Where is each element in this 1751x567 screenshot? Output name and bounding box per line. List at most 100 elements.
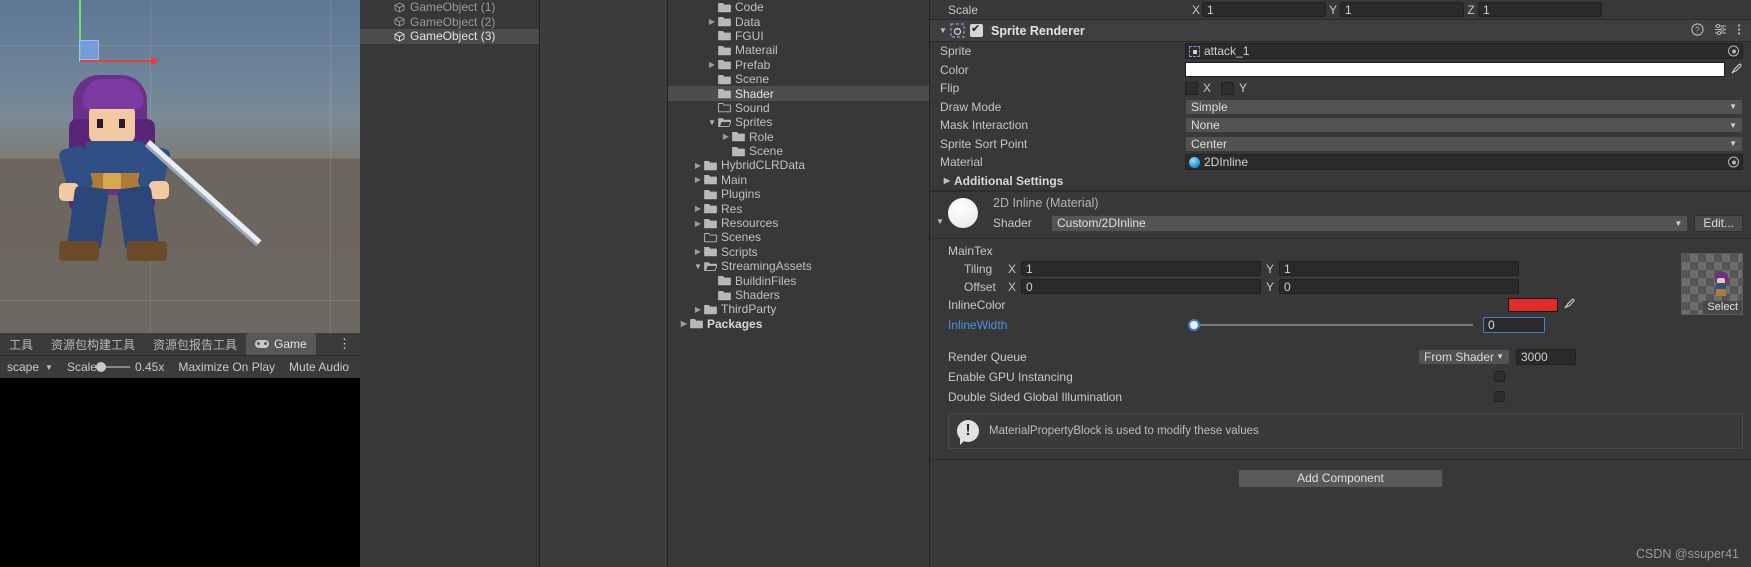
game-view-toolbar[interactable]: scape ▼ Scale 0.45x Maximize On Play Mut… bbox=[0, 355, 360, 378]
tab-bundle-report-tools[interactable]: 资源包报告工具 bbox=[144, 333, 246, 355]
chevron-right-icon[interactable]: ▶ bbox=[706, 17, 718, 26]
project-tree-item-streamingassets[interactable]: ▼ StreamingAssets bbox=[668, 259, 929, 273]
edit-shader-button[interactable]: Edit... bbox=[1694, 214, 1743, 232]
draw-mode-dropdown[interactable]: Simple ▼ bbox=[1185, 98, 1743, 115]
scale-slider[interactable]: Scale 0.45x bbox=[60, 356, 171, 379]
project-tree-item-main[interactable]: ▶ Main bbox=[668, 173, 929, 187]
mask-interaction-row[interactable]: Mask Interaction None ▼ bbox=[930, 116, 1751, 135]
transform-scale-row[interactable]: Scale X 1 Y 1 Z 1 bbox=[930, 0, 1751, 20]
project-tree-item-scene[interactable]: Scene bbox=[668, 72, 929, 86]
kebab-icon[interactable] bbox=[1737, 23, 1741, 39]
offset-y-field[interactable]: 0 bbox=[1279, 279, 1519, 294]
chevron-right-icon[interactable]: ▶ bbox=[692, 175, 704, 184]
gpu-instancing-row[interactable]: Enable GPU Instancing bbox=[930, 367, 1751, 387]
inline-width-slider-track[interactable] bbox=[1188, 318, 1473, 331]
project-tree-item-res[interactable]: ▶ Res bbox=[668, 201, 929, 216]
inline-color-row[interactable]: InlineColor bbox=[930, 296, 1751, 315]
hierarchy-item-gameobject-2[interactable]: GameObject (2) bbox=[360, 15, 539, 30]
sprite-sort-point-row[interactable]: Sprite Sort Point Center ▼ bbox=[930, 135, 1751, 154]
chevron-right-icon[interactable]: ▶ bbox=[692, 204, 704, 213]
object-picker-icon[interactable] bbox=[1728, 45, 1739, 57]
sprite-renderer-header[interactable]: ▼ Sprite Renderer ? bbox=[930, 20, 1751, 42]
tab-tools[interactable]: 工具 bbox=[0, 333, 42, 355]
flip-row[interactable]: Flip X Y bbox=[930, 79, 1751, 98]
offset-x-field[interactable]: 0 bbox=[1021, 279, 1261, 294]
preset-icon[interactable] bbox=[1714, 23, 1727, 39]
project-tree-item-materail[interactable]: Materail bbox=[668, 43, 929, 57]
sprite-renderer-enabled-checkbox[interactable] bbox=[970, 22, 983, 37]
color-row[interactable]: Color bbox=[930, 61, 1751, 80]
scale-slider-track[interactable] bbox=[95, 362, 130, 372]
project-tree-item-shaders[interactable]: Shaders bbox=[668, 288, 929, 302]
kebab-icon[interactable]: ⋮ bbox=[330, 337, 360, 350]
flip-x-checkbox[interactable] bbox=[1185, 81, 1198, 95]
hierarchy-item-gameobject-1[interactable]: GameObject (1) bbox=[360, 0, 539, 15]
draw-mode-row[interactable]: Draw Mode Simple ▼ bbox=[930, 98, 1751, 117]
tab-game[interactable]: Game bbox=[246, 333, 316, 355]
project-tree-item-hybridclrdata[interactable]: ▶ HybridCLRData bbox=[668, 158, 929, 172]
double-sided-gi-checkbox[interactable] bbox=[1494, 391, 1505, 402]
tiling-row[interactable]: Tiling X 1 Y 1 bbox=[930, 260, 1751, 278]
chevron-down-icon[interactable]: ▼ bbox=[706, 118, 718, 127]
shader-dropdown[interactable]: Custom/2DInline ▼ bbox=[1051, 214, 1689, 232]
maximize-on-play-button[interactable]: Maximize On Play bbox=[171, 356, 282, 379]
project-tree-item-role[interactable]: ▶ Role bbox=[668, 130, 929, 144]
project-tree-item-code[interactable]: Code bbox=[668, 0, 929, 14]
project-tree-item-data[interactable]: ▶ Data bbox=[668, 14, 929, 29]
inline-width-slider-knob[interactable] bbox=[1188, 318, 1200, 331]
eyedropper-icon[interactable] bbox=[1563, 297, 1577, 313]
scale-slider-knob[interactable] bbox=[95, 362, 106, 372]
tiling-x-field[interactable]: 1 bbox=[1021, 261, 1261, 276]
aspect-dropdown[interactable]: scape ▼ bbox=[0, 356, 60, 379]
project-tree-item-thirdparty[interactable]: ▶ ThirdParty bbox=[668, 302, 929, 316]
additional-settings-foldout[interactable]: ▶ Additional Settings bbox=[930, 172, 1751, 191]
project-tree-item-packages[interactable]: ▶ Packages bbox=[668, 317, 929, 331]
double-sided-gi-row[interactable]: Double Sided Global Illumination bbox=[930, 387, 1751, 407]
chevron-right-icon[interactable]: ▶ bbox=[720, 132, 732, 141]
tab-bundle-build-tools[interactable]: 资源包构建工具 bbox=[42, 333, 144, 355]
add-component-button[interactable]: Add Component bbox=[1238, 468, 1443, 488]
material-row[interactable]: Material 2DInline bbox=[930, 153, 1751, 172]
texture-select-button[interactable]: Select bbox=[1703, 300, 1742, 314]
flip-y-checkbox[interactable] bbox=[1221, 81, 1235, 95]
mask-interaction-dropdown[interactable]: None ▼ bbox=[1185, 117, 1743, 134]
project-tree-item-shader[interactable]: Shader bbox=[668, 86, 929, 101]
inspector-panel[interactable]: Scale X 1 Y 1 Z 1 ▼ Sprite Renderer ? bbox=[930, 0, 1751, 567]
chevron-right-icon[interactable]: ▶ bbox=[678, 319, 690, 328]
project-tree-item-sound[interactable]: Sound bbox=[668, 101, 929, 115]
inline-color-swatch[interactable] bbox=[1508, 298, 1558, 312]
material-editor-header[interactable]: 2D Inline (Material) ▼ Shader Custom/2DI… bbox=[930, 192, 1751, 238]
scale-y-field[interactable]: 1 bbox=[1340, 2, 1464, 17]
project-panel-tree[interactable]: Code ▶ Data FGUI Materail ▶ Prefab Scene Shader S… bbox=[668, 0, 930, 567]
tiling-y-field[interactable]: 1 bbox=[1279, 261, 1519, 276]
foldout-triangle-icon[interactable]: ▼ bbox=[936, 26, 950, 35]
material-inline-editor[interactable]: 2D Inline (Material) ▼ Shader Custom/2DI… bbox=[930, 190, 1751, 460]
scale-x-field[interactable]: 1 bbox=[1202, 2, 1326, 17]
gpu-instancing-checkbox[interactable] bbox=[1494, 371, 1505, 382]
project-tree-item-resources[interactable]: ▶ Resources bbox=[668, 216, 929, 230]
render-queue-value-field[interactable]: 3000 bbox=[1516, 348, 1576, 365]
project-tree-item-scenes[interactable]: Scenes bbox=[668, 230, 929, 244]
material-object-field[interactable]: 2DInline bbox=[1185, 154, 1743, 171]
chevron-right-icon[interactable]: ▶ bbox=[692, 219, 704, 228]
project-tree-item-buildinfiles[interactable]: BuildinFiles bbox=[668, 273, 929, 288]
sprite-object-field[interactable]: attack_1 bbox=[1185, 43, 1743, 60]
color-swatch[interactable] bbox=[1185, 62, 1725, 78]
hierarchy-item-gameobject-3[interactable]: GameObject (3) bbox=[360, 29, 539, 44]
chevron-right-icon[interactable]: ▶ bbox=[706, 60, 718, 69]
maintex-texture-preview[interactable]: Select bbox=[1681, 252, 1743, 315]
offset-row[interactable]: Offset X 0 Y 0 bbox=[930, 278, 1751, 296]
mute-audio-button[interactable]: Mute Audio bbox=[282, 356, 356, 379]
sprite-row[interactable]: Sprite attack_1 bbox=[930, 42, 1751, 61]
inline-width-field[interactable]: 0 bbox=[1483, 316, 1545, 333]
project-tree-item-scripts[interactable]: ▶ Scripts bbox=[668, 245, 929, 259]
render-queue-row[interactable]: Render Queue From Shader ▼ 3000 bbox=[930, 347, 1751, 367]
eyedropper-icon[interactable] bbox=[1730, 62, 1744, 78]
project-tree-item-scene[interactable]: Scene bbox=[668, 144, 929, 158]
scene-view-panel[interactable]: 工具 资源包构建工具 资源包报告工具 Game ⋮ scape ▼ Scale bbox=[0, 0, 360, 567]
chevron-right-icon[interactable]: ▶ bbox=[692, 161, 704, 170]
project-tree-item-sprites[interactable]: ▼ Sprites bbox=[668, 115, 929, 129]
project-tree-item-plugins[interactable]: Plugins bbox=[668, 187, 929, 201]
chevron-right-icon[interactable]: ▶ bbox=[692, 247, 704, 256]
chevron-right-icon[interactable]: ▶ bbox=[692, 305, 704, 314]
